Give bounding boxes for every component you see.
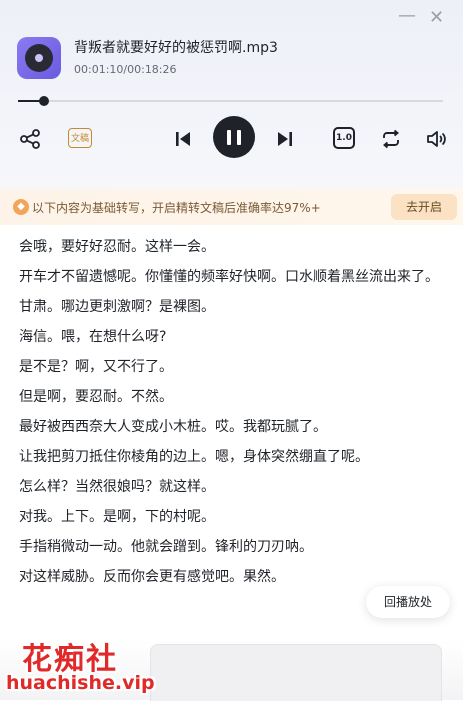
- diamond-icon: ◆: [13, 199, 29, 215]
- repeat-icon[interactable]: [379, 127, 403, 151]
- transcript-line[interactable]: 海信。喂，在想什么呀?: [19, 326, 449, 348]
- transcript-line[interactable]: 对我。上下。是啊，下的村呢。: [19, 506, 449, 528]
- volume-icon[interactable]: [424, 127, 448, 151]
- transcript-line[interactable]: 对这样威胁。反而你会更有感觉吧。果然。: [19, 566, 449, 588]
- upgrade-banner: ◆ 以下内容为基础转写，开启精转文稿后准确率达97%+ 去开启: [0, 189, 463, 225]
- progress-handle[interactable]: [38, 96, 49, 106]
- back-to-playback-button[interactable]: 回播放处: [366, 586, 450, 618]
- pause-button[interactable]: [213, 116, 255, 158]
- track-title: 背叛者就要好好的被惩罚啊.mp3: [74, 40, 278, 56]
- album-cover-icon: [17, 37, 61, 79]
- player-header: [0, 0, 463, 190]
- transcript-line[interactable]: 手指稍微动一动。他就会蹭到。锋利的刀刃呐。: [19, 536, 449, 558]
- transcript-line[interactable]: 开车才不留遗憾呢。你懂懂的频率好快啊。口水顺着黑丝流出来了。: [19, 266, 449, 288]
- transcript-line[interactable]: 会哦，要好好忍耐。这样一会。: [19, 236, 449, 258]
- transcript-line[interactable]: 怎么样？当然很娘吗？就这样。: [19, 476, 449, 498]
- transcript-doc-icon[interactable]: 文稿: [68, 128, 92, 148]
- bottom-panel: [150, 644, 442, 701]
- pause-icon: [227, 129, 231, 145]
- next-icon[interactable]: [274, 128, 296, 150]
- track-time: 00:01:10/00:18:26: [74, 63, 177, 76]
- transcript-line[interactable]: 是不是？啊，又不行了。: [19, 356, 449, 378]
- transcript-line[interactable]: 让我把剪刀抵住你棱角的边上。嗯，身体突然绷直了呢。: [19, 446, 449, 468]
- close-button[interactable]: ✕: [429, 8, 444, 28]
- banner-text: 以下内容为基础转写，开启精转文稿后准确率达97%+: [32, 201, 321, 215]
- share-icon[interactable]: [18, 127, 42, 151]
- enable-button[interactable]: 去开启: [391, 194, 457, 220]
- watermark-url: huachishe.vip: [6, 672, 155, 694]
- transcript-list: 会哦，要好好忍耐。这样一会。 开车才不留遗憾呢。你懂懂的频率好快啊。口水顺着黑丝流…: [19, 236, 449, 596]
- previous-icon[interactable]: [172, 128, 194, 150]
- transcript-line[interactable]: 最好被西西奈大人变成小木桩。哎。我都玩腻了。: [19, 416, 449, 438]
- transcript-line[interactable]: 但是啊，要忍耐。不然。: [19, 386, 449, 408]
- progress-bar[interactable]: [18, 100, 443, 102]
- speed-button[interactable]: 1.0: [333, 127, 355, 149]
- minimize-button[interactable]: —: [398, 6, 416, 26]
- transcript-line[interactable]: 甘肃。哪边更刺激啊？是裸图。: [19, 296, 449, 318]
